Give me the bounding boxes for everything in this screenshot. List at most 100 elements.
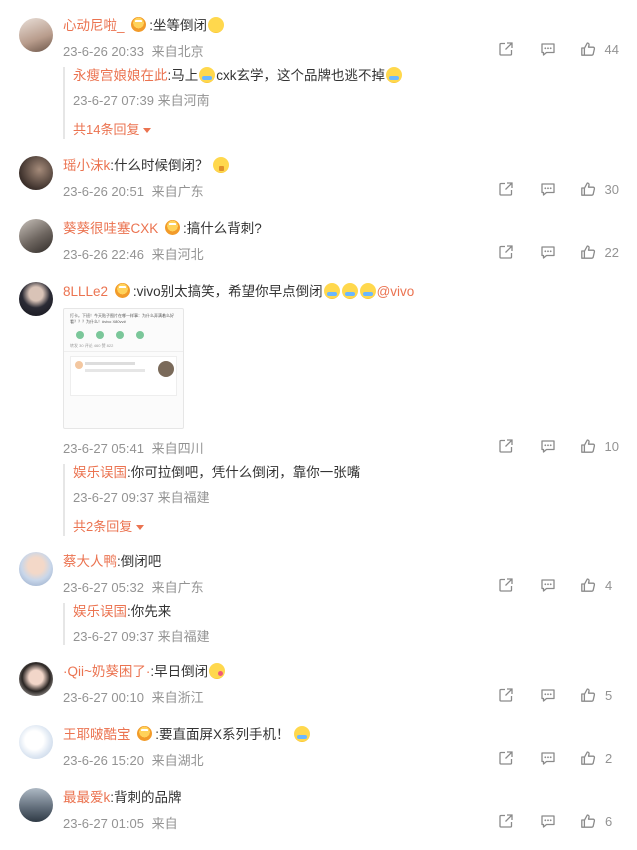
comment-meta: 23-6-26 20:51 来自广东: [63, 181, 204, 200]
reply-line: 娱乐误国:你可拉倒吧，凭什么倒闭，靠你一张嘴: [73, 464, 621, 482]
more-replies-link[interactable]: 共14条回复: [73, 119, 152, 138]
share-icon[interactable]: [498, 181, 514, 197]
comment-actions: 44: [472, 41, 619, 57]
vip-badge-icon: [137, 726, 153, 741]
comment-line: 8LLLe2 :vivo别太搞笑，希望你早点倒闭 @vivo: [63, 283, 414, 301]
share-icon[interactable]: [498, 813, 514, 829]
comment-meta: 23-6-27 05:41 来自四川: [63, 438, 204, 457]
comment-username[interactable]: 葵葵很哇塞CXK: [63, 221, 158, 236]
comment-icon[interactable]: [540, 577, 556, 593]
comment-username[interactable]: 蔡大人鸭: [63, 554, 117, 569]
comment-location: 来自浙江: [151, 690, 204, 705]
comment-actions: 10: [472, 438, 619, 454]
share-icon[interactable]: [498, 577, 514, 593]
avatar[interactable]: [19, 18, 53, 52]
reply-text-b: cxk玄学，这个品牌也逃不掉: [216, 68, 386, 83]
reply-block: 永瘦宫娘娘在此:马上 cxk玄学，这个品牌也逃不掉 23-6-27 07:39 来…: [63, 67, 621, 139]
comment-location: 来自湖北: [151, 753, 204, 768]
share-icon[interactable]: [498, 750, 514, 766]
comment-username[interactable]: 8LLLe2: [63, 284, 108, 299]
like-count: 10: [604, 438, 619, 454]
like-count: 5: [605, 687, 613, 703]
reply-username[interactable]: 永瘦宫娘娘在此: [73, 68, 168, 83]
comment-icon[interactable]: [540, 750, 556, 766]
reply-block: 娱乐误国:你先来 23-6-27 09:37 来自福建: [63, 603, 621, 645]
like-count: 44: [604, 41, 619, 57]
smile-emoji-icon: [208, 17, 225, 33]
avatar[interactable]: [19, 156, 53, 190]
comment-date: 23-6-26 20:51: [63, 184, 144, 199]
cry-emoji-icon: [359, 283, 376, 299]
comment-date: 23-6-26 20:33: [63, 44, 144, 59]
like-button[interactable]: 44: [580, 41, 619, 57]
avatar[interactable]: [19, 552, 53, 586]
comment-username[interactable]: 心动尼啦_: [63, 18, 125, 33]
like-button[interactable]: 5: [580, 687, 619, 703]
reply-username[interactable]: 娱乐误国: [73, 465, 127, 480]
more-replies-link[interactable]: 共2条回复: [73, 516, 145, 535]
cry-emoji-icon: [294, 726, 311, 742]
reply-date: 23-6-27 09:37: [73, 490, 154, 505]
comment-icon[interactable]: [540, 813, 556, 829]
like-icon: [580, 244, 596, 260]
share-icon[interactable]: [498, 244, 514, 260]
avatar[interactable]: [19, 725, 53, 759]
comment-line: 葵葵很哇塞CXK :搞什么背刺?: [63, 220, 262, 238]
comment-meta: 23-6-26 20:33 来自北京: [63, 41, 204, 60]
thumbnail-caption: 打卡。下班！今天贴子图片在哪一样事：为什么弄满着么好看？？？为什么！#vivo …: [70, 313, 174, 324]
like-button[interactable]: 22: [580, 244, 619, 260]
share-icon[interactable]: [498, 438, 514, 454]
comment-icon[interactable]: [540, 181, 556, 197]
share-icon[interactable]: [498, 41, 514, 57]
more-replies-label: 共14条回复: [73, 122, 140, 137]
comment-meta: 23-6-27 01:05 来自: [63, 813, 178, 832]
like-count: 6: [605, 813, 613, 829]
like-icon: [580, 41, 596, 57]
like-button[interactable]: 2: [580, 750, 619, 766]
comment-location: 来自河北: [151, 247, 204, 262]
like-button[interactable]: 10: [580, 438, 619, 454]
comment-text: :搞什么背刺?: [183, 221, 262, 236]
comment-username[interactable]: 王耶啵酷宝: [63, 727, 131, 742]
comment-text: :早日倒闭: [150, 664, 209, 679]
mention-link[interactable]: @vivo: [377, 284, 415, 299]
comment-icon[interactable]: [540, 41, 556, 57]
reply-location: 来自福建: [157, 629, 210, 644]
reply-meta: 23-6-27 09:37 来自福建: [73, 487, 621, 506]
comment-image-thumbnail[interactable]: 打卡。下班！今天贴子图片在哪一样事：为什么弄满着么好看？？？为什么！#vivo …: [63, 308, 184, 429]
comment-line: ·Qii~奶葵困了·:早日倒闭: [63, 663, 226, 681]
comment-text: :坐等倒闭: [149, 18, 208, 33]
comment-meta: 23-6-26 22:46 来自河北: [63, 244, 204, 263]
comment-actions: 6: [472, 813, 619, 829]
comment-username[interactable]: 瑶小沫k: [63, 158, 110, 173]
avatar[interactable]: [19, 788, 53, 822]
reply-text: :你先来: [127, 604, 172, 619]
comment-line: 王耶啵酷宝 :要直面屏X系列手机！: [63, 726, 311, 744]
reply-line: 娱乐误国:你先来: [73, 603, 621, 621]
vip-badge-icon: [131, 17, 147, 32]
avatar[interactable]: [19, 219, 53, 253]
comment-username[interactable]: ·Qii~奶葵困了·: [63, 664, 150, 679]
reply-username[interactable]: 娱乐误国: [73, 604, 127, 619]
like-button[interactable]: 4: [580, 577, 619, 593]
like-button[interactable]: 30: [580, 181, 619, 197]
avatar[interactable]: [19, 662, 53, 696]
thumbnail-icons: [64, 329, 183, 341]
vip-badge-icon: [165, 220, 181, 235]
reply-date: 23-6-27 09:37: [73, 629, 154, 644]
comment-icon[interactable]: [540, 438, 556, 454]
comment-actions: 5: [472, 687, 619, 703]
share-icon[interactable]: [498, 687, 514, 703]
avatar[interactable]: [19, 282, 53, 316]
comment-username[interactable]: 最最爱k: [63, 790, 110, 805]
comment-text: :背刺的品牌: [110, 790, 182, 805]
comment-actions: 4: [472, 577, 619, 593]
comment-actions: 2: [472, 750, 619, 766]
reply-meta: 23-6-27 09:37 来自福建: [73, 626, 621, 645]
cry-emoji-icon: [323, 283, 340, 299]
comment-icon[interactable]: [540, 687, 556, 703]
comment-icon[interactable]: [540, 244, 556, 260]
like-button[interactable]: 6: [580, 813, 619, 829]
kiss-emoji-icon: [209, 663, 226, 679]
chevron-down-icon: [136, 525, 145, 530]
